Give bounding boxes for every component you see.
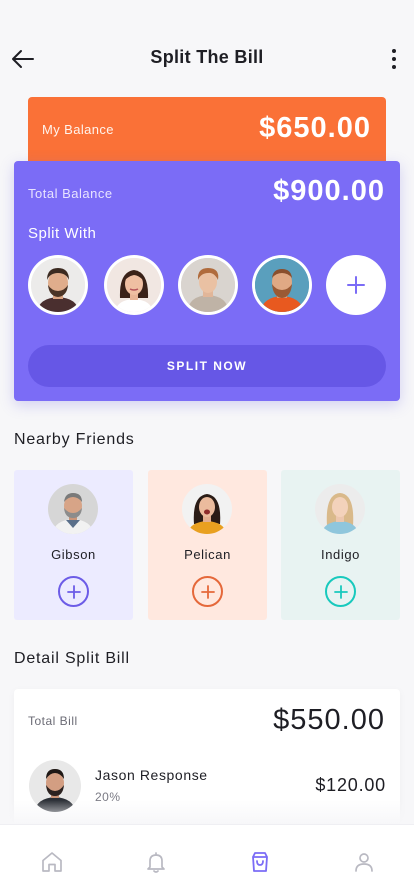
split-now-button[interactable]: SPLIT NOW <box>28 345 386 387</box>
user-icon <box>355 853 373 872</box>
total-balance-label: Total Balance <box>28 186 113 201</box>
add-friend-button[interactable] <box>325 576 356 607</box>
nav-shopping[interactable] <box>245 847 275 877</box>
friend-card-indigo[interactable]: Indigo <box>281 470 400 620</box>
total-bill-amount: $550.00 <box>273 704 385 736</box>
nav-profile[interactable] <box>349 847 379 877</box>
bottom-navigation <box>0 824 414 896</box>
friend-name: Indigo <box>320 547 361 562</box>
plus-icon <box>66 584 81 599</box>
plus-icon <box>200 584 215 599</box>
scroll-fade <box>0 800 414 824</box>
more-options-button[interactable] <box>384 44 404 74</box>
nav-notifications[interactable] <box>141 847 171 877</box>
detail-split-bill-title: Detail Split Bill <box>14 650 130 667</box>
person-name: Jason Response <box>95 767 208 783</box>
avatar[interactable] <box>252 255 312 315</box>
plus-icon <box>347 276 365 294</box>
friend-name: Pelican <box>184 547 231 562</box>
my-balance-card: My Balance $650.00 <box>28 97 386 169</box>
plus-icon <box>333 584 348 599</box>
person-photo <box>31 258 85 312</box>
person-photo <box>255 258 309 312</box>
add-friend-button[interactable] <box>58 576 89 607</box>
app-header: Split The Bill <box>0 0 414 96</box>
avatar[interactable] <box>104 255 164 315</box>
my-balance-amount: $650.00 <box>259 112 371 144</box>
friend-card-pelican[interactable]: Pelican <box>148 470 267 620</box>
shopping-bag-icon <box>252 852 268 872</box>
person-amount: $120.00 <box>315 775 386 795</box>
total-balance-card: Total Balance $900.00 Split With SPLIT N… <box>14 161 400 401</box>
friend-photo <box>315 484 365 534</box>
split-with-avatars <box>28 255 386 315</box>
total-balance-amount: $900.00 <box>273 175 385 207</box>
bell-icon <box>147 852 165 873</box>
split-with-label: Split With <box>28 225 97 242</box>
page-title: Split The Bill <box>150 47 264 67</box>
my-balance-label: My Balance <box>42 122 114 137</box>
add-person-button[interactable] <box>326 255 386 315</box>
friend-name: Gibson <box>51 547 96 562</box>
more-vertical-icon <box>392 49 396 53</box>
nearby-friends-title: Nearby Friends <box>14 431 135 448</box>
add-friend-button[interactable] <box>192 576 223 607</box>
person-photo <box>181 258 235 312</box>
friend-card-gibson[interactable]: Gibson <box>14 470 133 620</box>
home-icon <box>42 852 62 872</box>
avatar[interactable] <box>178 255 238 315</box>
friend-photo <box>48 484 98 534</box>
avatar[interactable] <box>28 255 88 315</box>
nav-home[interactable] <box>37 847 67 877</box>
person-photo <box>107 258 161 312</box>
total-bill-label: Total Bill <box>28 714 78 728</box>
friend-photo <box>182 484 232 534</box>
